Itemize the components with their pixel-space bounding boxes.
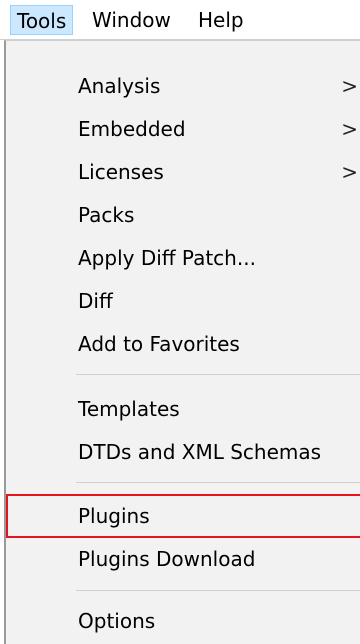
tools-dropdown-menu: Analysis > Embedded > Licenses > Packs A…: [4, 40, 360, 644]
menu-window[interactable]: Window: [86, 8, 177, 32]
menu-item-plugins-download[interactable]: Plugins Download: [6, 538, 360, 580]
menu-bar: Tools Window Help: [0, 0, 360, 40]
menu-item-add-to-favorites[interactable]: Add to Favorites: [6, 323, 360, 365]
menu-item-label: Packs: [78, 203, 135, 227]
menu-item-label: Analysis: [78, 74, 161, 98]
menu-item-label: Embedded: [78, 117, 186, 141]
menu-item-label: Add to Favorites: [78, 332, 240, 356]
menu-item-options[interactable]: Options: [6, 600, 360, 642]
menu-item-licenses[interactable]: Licenses >: [6, 151, 360, 193]
menu-item-label: Plugins: [78, 504, 150, 528]
menu-help[interactable]: Help: [192, 8, 250, 32]
menu-item-label: Options: [78, 609, 156, 633]
menu-item-analysis[interactable]: Analysis >: [6, 65, 360, 107]
chevron-right-icon: >: [341, 74, 358, 98]
menu-item-apply-diff-patch[interactable]: Apply Diff Patch...: [6, 237, 360, 279]
menu-item-embedded[interactable]: Embedded >: [6, 108, 360, 150]
menu-separator: [76, 374, 360, 375]
menu-item-diff[interactable]: Diff: [6, 280, 360, 322]
menu-item-label: Licenses: [78, 160, 164, 184]
app-frame: Tools Window Help Analysis > Embedded > …: [0, 0, 360, 644]
menu-item-label: Templates: [78, 397, 180, 421]
menu-item-packs[interactable]: Packs: [6, 194, 360, 236]
menu-tools[interactable]: Tools: [10, 5, 74, 35]
menu-item-label: DTDs and XML Schemas: [78, 440, 322, 464]
menu-item-label: Apply Diff Patch...: [78, 246, 256, 270]
chevron-right-icon: >: [341, 117, 358, 141]
menu-separator: [76, 590, 360, 591]
menu-separator: [76, 482, 360, 483]
menu-item-templates[interactable]: Templates: [6, 388, 360, 430]
chevron-right-icon: >: [341, 160, 358, 184]
menu-item-label: Diff: [78, 289, 113, 313]
menu-item-plugins[interactable]: Plugins: [6, 495, 360, 537]
menu-item-label: Plugins Download: [78, 547, 256, 571]
menu-item-dtds-xml-schemas[interactable]: DTDs and XML Schemas: [6, 431, 360, 473]
